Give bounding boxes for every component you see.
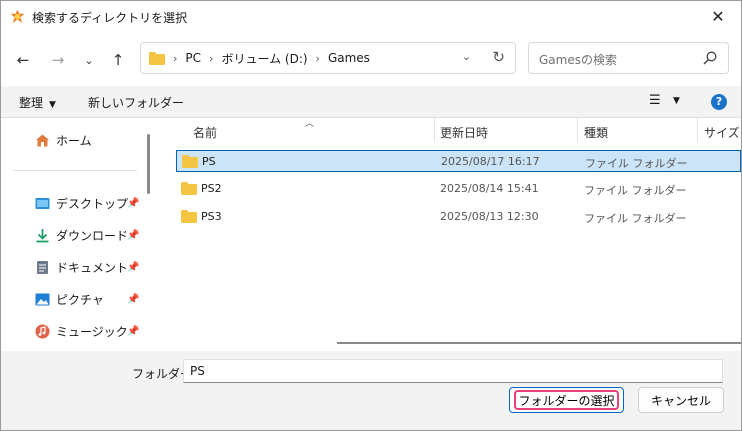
file-type: ファイル フォルダー bbox=[585, 157, 688, 170]
command-bar: 整理 ▼ 新しいフォルダー ☰ ▼ ? bbox=[1, 86, 741, 118]
pictures-icon bbox=[35, 293, 50, 305]
dialog-footer: フォルダー: フォルダーの選択 キャンセル bbox=[1, 351, 741, 430]
sort-ascending-icon: ︿ bbox=[305, 119, 315, 129]
cancel-button[interactable]: キャンセル bbox=[638, 387, 724, 413]
file-type: ファイル フォルダー bbox=[584, 212, 687, 225]
nav-item-documents[interactable]: ドキュメント bbox=[35, 256, 128, 278]
pin-icon[interactable]: 📌 bbox=[127, 326, 139, 337]
nav-scrollbar[interactable] bbox=[147, 134, 150, 194]
desktop-icon bbox=[35, 197, 50, 209]
breadcrumb-games[interactable]: Games bbox=[328, 51, 370, 65]
pin-icon[interactable]: 📌 bbox=[127, 262, 139, 273]
search-box[interactable]: Gamesの検索 bbox=[528, 42, 729, 74]
column-separator[interactable] bbox=[697, 118, 698, 142]
chevron-right-icon: › bbox=[315, 51, 320, 65]
close-icon: ✕ bbox=[711, 6, 725, 26]
window-title: 検索するディレクトリを選択 bbox=[32, 11, 188, 25]
file-list: ︿ 名前 更新日時 種類 サイズ PS 2025/08/17 16:17 ファイ… bbox=[161, 118, 741, 351]
file-row[interactable]: PS3 2025/08/13 12:30 ファイル フォルダー bbox=[176, 206, 741, 228]
up-button[interactable]: ↑ bbox=[107, 49, 129, 71]
file-modified: 2025/08/17 16:17 bbox=[441, 155, 540, 168]
column-header-modified[interactable]: 更新日時 bbox=[440, 124, 488, 148]
file-row[interactable]: PS 2025/08/17 16:17 ファイル フォルダー bbox=[176, 150, 741, 172]
nav-item-pictures[interactable]: ピクチャ bbox=[35, 288, 104, 310]
nav-item-label: ダウンロード bbox=[56, 228, 129, 243]
column-header-size[interactable]: サイズ bbox=[704, 124, 740, 148]
file-modified: 2025/08/13 12:30 bbox=[440, 210, 539, 223]
folder-icon bbox=[149, 51, 165, 65]
recent-locations-button[interactable]: ⌄ bbox=[78, 49, 100, 71]
select-folder-button[interactable]: フォルダーの選択 bbox=[514, 390, 619, 410]
folder-picker-dialog: 検索するディレクトリを選択 ✕ ← → ⌄ ↑ › PC › ボリューム (D:… bbox=[0, 0, 742, 431]
nav-item-downloads[interactable]: ダウンロード bbox=[35, 224, 128, 246]
nav-item-home[interactable]: ホーム bbox=[35, 129, 92, 151]
file-name: PS2 bbox=[201, 182, 222, 195]
help-icon[interactable]: ? bbox=[711, 94, 727, 110]
chevron-down-icon: ⌄ bbox=[84, 53, 94, 67]
nav-item-label: ホーム bbox=[56, 133, 92, 148]
column-header-type[interactable]: 種類 bbox=[584, 124, 608, 148]
breadcrumb-volume-d[interactable]: ボリューム (D:) bbox=[221, 50, 307, 67]
address-dropdown-icon[interactable]: ⌄ bbox=[462, 50, 471, 63]
folder-icon bbox=[182, 155, 198, 168]
nav-item-label: デスクトップ bbox=[56, 196, 129, 211]
home-icon bbox=[36, 134, 49, 146]
title-bar: 検索するディレクトリを選択 ✕ bbox=[1, 1, 741, 31]
column-header-name[interactable]: 名前 bbox=[193, 124, 217, 148]
folder-name-input[interactable] bbox=[183, 359, 723, 383]
nav-item-desktop[interactable]: デスクトップ bbox=[35, 192, 128, 214]
navigation-pane: ホーム デスクトップ 📌 ダウンロード 📌 ドキュメント 📌 ピクチャ 📌 ミュ… bbox=[1, 118, 161, 351]
back-button[interactable]: ← bbox=[12, 49, 34, 71]
search-placeholder: Gamesの検索 bbox=[539, 53, 617, 67]
nav-item-music[interactable]: ミュージック bbox=[35, 320, 128, 342]
column-separator[interactable] bbox=[577, 118, 578, 142]
pin-icon[interactable]: 📌 bbox=[127, 294, 139, 305]
view-options-icon[interactable]: ☰ bbox=[649, 93, 661, 108]
app-icon bbox=[10, 9, 25, 24]
new-folder-label: 新しいフォルダー bbox=[88, 96, 185, 110]
pin-icon[interactable]: 📌 bbox=[127, 230, 139, 241]
caret-down-icon[interactable]: ▼ bbox=[673, 96, 680, 106]
close-button[interactable]: ✕ bbox=[695, 1, 741, 31]
pin-icon[interactable]: 📌 bbox=[127, 198, 139, 209]
file-type: ファイル フォルダー bbox=[584, 184, 687, 197]
select-folder-button-frame: フォルダーの選択 bbox=[509, 387, 624, 413]
music-icon bbox=[35, 324, 50, 338]
download-icon bbox=[36, 228, 49, 242]
chevron-right-icon: › bbox=[209, 51, 214, 65]
refresh-icon[interactable]: ↻ bbox=[492, 48, 505, 66]
nav-divider bbox=[13, 170, 137, 171]
organize-label: 整理 bbox=[19, 96, 44, 110]
breadcrumb-pc[interactable]: PC bbox=[185, 51, 201, 65]
document-icon bbox=[37, 260, 48, 274]
forward-button[interactable]: → bbox=[47, 49, 69, 71]
column-separator[interactable] bbox=[434, 118, 435, 142]
nav-item-label: ピクチャ bbox=[56, 292, 104, 307]
arrow-left-icon: ← bbox=[16, 51, 30, 69]
navigation-bar: ← → ⌄ ↑ › PC › ボリューム (D:) › Games ⌄ ↻ Ga… bbox=[1, 31, 741, 86]
horizontal-scrollbar[interactable] bbox=[337, 342, 741, 344]
arrow-up-icon: ↑ bbox=[111, 51, 125, 69]
file-modified: 2025/08/14 15:41 bbox=[440, 182, 539, 195]
search-icon[interactable] bbox=[703, 51, 717, 65]
file-name: PS3 bbox=[201, 210, 222, 223]
organize-button[interactable]: 整理 ▼ bbox=[19, 94, 56, 111]
nav-item-label: ミュージック bbox=[56, 324, 128, 339]
caret-down-icon: ▼ bbox=[49, 100, 56, 110]
arrow-right-icon: → bbox=[51, 51, 65, 69]
file-row[interactable]: PS2 2025/08/14 15:41 ファイル フォルダー bbox=[176, 178, 741, 200]
chevron-right-icon: › bbox=[173, 51, 178, 65]
folder-icon bbox=[181, 210, 197, 223]
address-bar[interactable]: › PC › ボリューム (D:) › Games ⌄ ↻ bbox=[140, 42, 516, 74]
new-folder-button[interactable]: 新しいフォルダー bbox=[88, 94, 184, 111]
file-name: PS bbox=[202, 155, 216, 168]
folder-icon bbox=[181, 182, 197, 195]
nav-item-label: ドキュメント bbox=[56, 260, 129, 275]
